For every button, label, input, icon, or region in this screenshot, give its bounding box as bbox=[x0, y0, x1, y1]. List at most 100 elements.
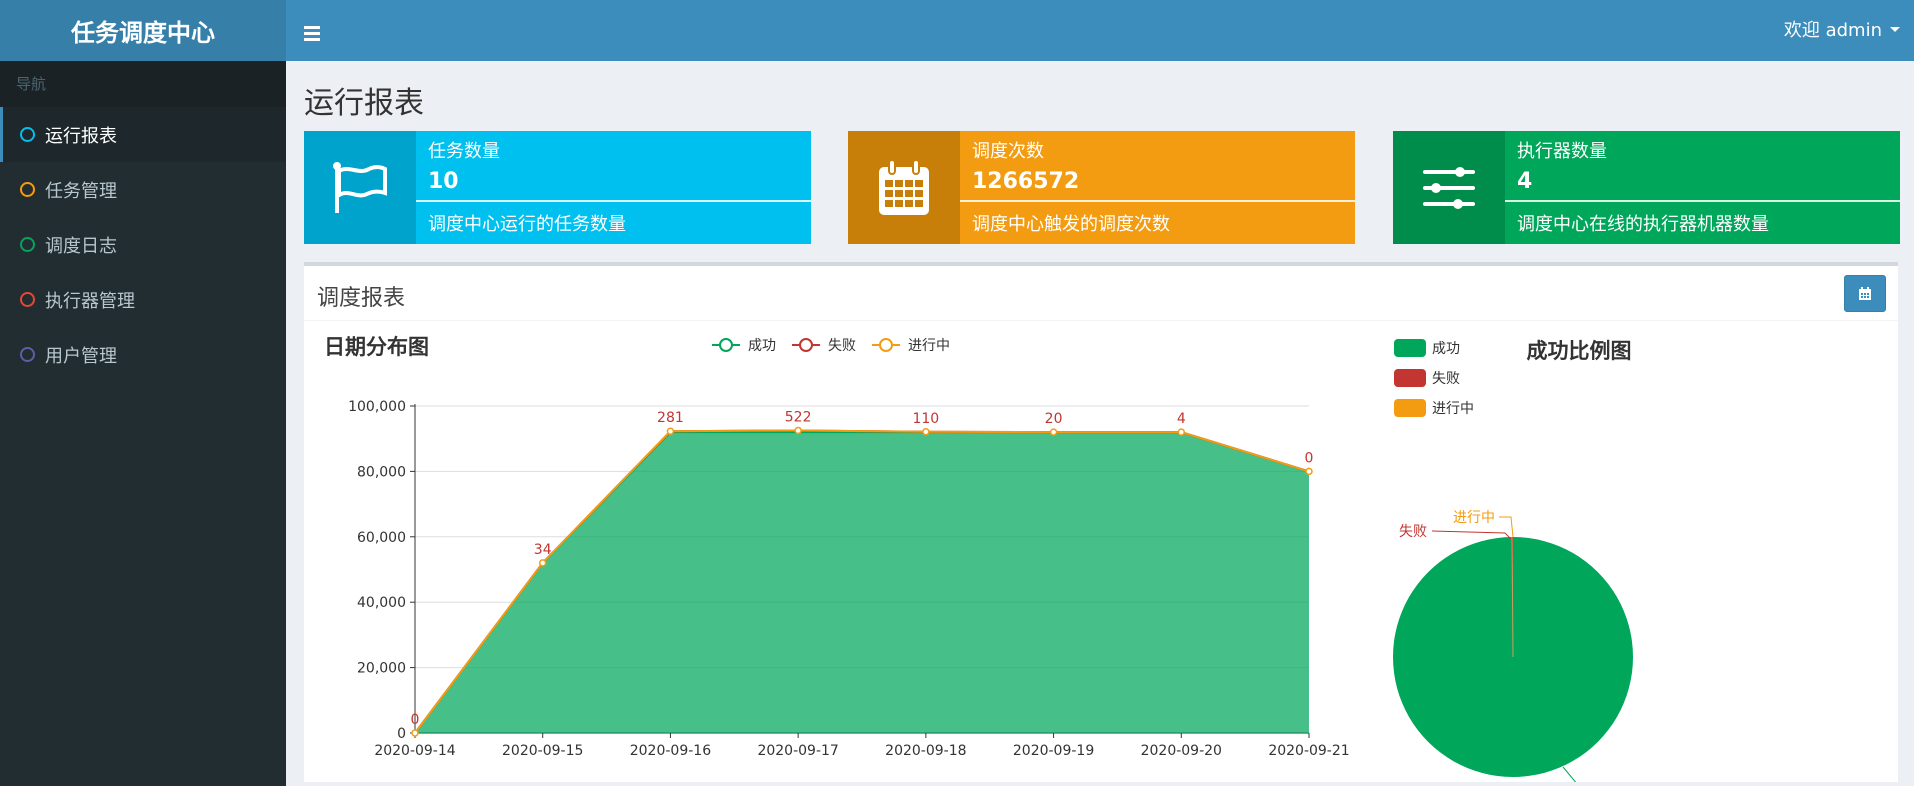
data-label: 4 bbox=[1177, 411, 1186, 427]
calendar-icon bbox=[879, 158, 929, 215]
y-tick-label: 80,000 bbox=[357, 464, 406, 480]
info-icon-box bbox=[848, 131, 960, 244]
top-navbar: 欢迎 admin bbox=[286, 0, 1914, 61]
circle-icon bbox=[20, 127, 35, 142]
flag-icon bbox=[333, 161, 387, 213]
info-content: 任务数量 10 调度中心运行的任务数量 bbox=[416, 131, 811, 244]
sidebar-toggle-button[interactable] bbox=[304, 17, 334, 45]
circle-icon bbox=[20, 182, 35, 197]
charts-area: 日期分布图 成功 失败 进行中020,00040,00060,00080,000100… bbox=[324, 335, 1634, 786]
data-point bbox=[794, 426, 802, 435]
data-label: 20 bbox=[1045, 411, 1063, 427]
x-tick-label: 2020-09-17 bbox=[757, 743, 838, 759]
series-area-0 bbox=[415, 432, 1309, 733]
y-tick-label: 40,000 bbox=[357, 595, 406, 611]
legend-label: 失败 bbox=[828, 338, 856, 354]
info-description: 调度中心在线的执行器机器数量 bbox=[1517, 214, 1769, 235]
info-icon-box bbox=[1393, 131, 1505, 244]
info-description: 调度中心触发的调度次数 bbox=[972, 214, 1170, 235]
sidebar-item-jobs[interactable]: 任务管理 bbox=[0, 162, 286, 217]
info-label: 执行器数量 bbox=[1517, 141, 1607, 162]
calendar-icon bbox=[1859, 286, 1871, 300]
info-box-executor-count: 执行器数量 4 调度中心在线的执行器机器数量 bbox=[1393, 131, 1900, 244]
sidebar: 导航 运行报表 任务管理 调度日志 执行器管理 用户管理 bbox=[0, 61, 286, 786]
y-tick-label: 20,000 bbox=[357, 661, 406, 677]
info-content: 执行器数量 4 调度中心在线的执行器机器数量 bbox=[1505, 131, 1900, 244]
sidebar-item-users[interactable]: 用户管理 bbox=[0, 327, 286, 382]
hamburger-icon bbox=[304, 23, 320, 44]
box-header: 调度报表 bbox=[304, 266, 1898, 321]
x-tick-label: 2020-09-15 bbox=[502, 743, 583, 759]
y-tick-label: 60,000 bbox=[357, 530, 406, 546]
progress-bar bbox=[1505, 200, 1900, 202]
sliders-icon bbox=[1423, 166, 1475, 209]
circle-icon bbox=[20, 237, 35, 252]
info-number: 4 bbox=[1517, 169, 1533, 194]
legend-label: 成功 bbox=[748, 338, 776, 354]
info-icon-box bbox=[304, 131, 416, 244]
pie-label: 失败 bbox=[1399, 524, 1427, 540]
y-tick-label: 0 bbox=[397, 726, 406, 742]
info-label: 任务数量 bbox=[428, 141, 500, 162]
box-title: 调度报表 bbox=[317, 286, 406, 311]
x-tick-label: 2020-09-21 bbox=[1268, 743, 1349, 759]
pie-legend-label: 成功 bbox=[1432, 341, 1460, 357]
info-label: 调度次数 bbox=[972, 141, 1044, 162]
circle-icon bbox=[20, 292, 35, 307]
date-range-button[interactable] bbox=[1844, 275, 1886, 312]
pie-legend-label: 进行中 bbox=[1432, 401, 1474, 417]
x-tick-label: 2020-09-19 bbox=[1013, 743, 1094, 759]
sidebar-item-label: 任务管理 bbox=[45, 180, 117, 202]
data-label: 522 bbox=[785, 409, 812, 425]
info-number: 10 bbox=[428, 169, 459, 194]
data-point bbox=[1049, 428, 1058, 436]
pie-legend-label: 失败 bbox=[1432, 371, 1460, 387]
pie-legend-swatch bbox=[1394, 399, 1426, 417]
x-tick-label: 2020-09-18 bbox=[885, 743, 966, 759]
caret-down-icon bbox=[1890, 26, 1900, 32]
legend-marker bbox=[719, 338, 733, 352]
data-label: 0 bbox=[411, 712, 420, 728]
line-chart-title: 日期分布图 bbox=[324, 335, 429, 359]
x-tick-label: 2020-09-20 bbox=[1141, 743, 1222, 759]
pie-legend-swatch bbox=[1394, 369, 1426, 387]
x-tick-label: 2020-09-16 bbox=[630, 743, 711, 759]
data-label: 0 bbox=[1305, 450, 1314, 466]
user-menu[interactable]: 欢迎 admin bbox=[1784, 16, 1900, 42]
data-label: 110 bbox=[912, 411, 939, 427]
y-tick-label: 100,000 bbox=[348, 399, 406, 415]
legend-marker bbox=[879, 338, 893, 352]
data-point bbox=[922, 428, 930, 436]
info-box-job-count: 任务数量 10 调度中心运行的任务数量 bbox=[304, 131, 811, 244]
sidebar-item-executors[interactable]: 执行器管理 bbox=[0, 272, 286, 327]
legend-label: 进行中 bbox=[908, 338, 950, 354]
sidebar-item-label: 调度日志 bbox=[45, 235, 117, 257]
x-tick-label: 2020-09-14 bbox=[374, 743, 455, 759]
data-label: 34 bbox=[534, 542, 552, 558]
pie-leader-line bbox=[1562, 766, 1580, 786]
pie-leader-line bbox=[1431, 530, 1512, 540]
legend-marker bbox=[799, 338, 813, 352]
data-point bbox=[666, 427, 675, 435]
info-box-trigger-count: 调度次数 1266572 调度中心触发的调度次数 bbox=[848, 131, 1355, 244]
pie-label: 进行中 bbox=[1453, 510, 1495, 526]
data-point bbox=[1177, 428, 1186, 436]
info-description: 调度中心运行的任务数量 bbox=[428, 214, 626, 235]
data-point bbox=[538, 559, 547, 567]
info-number: 1266572 bbox=[972, 169, 1080, 194]
pie-chart-title: 成功比例图 bbox=[1527, 339, 1632, 363]
sidebar-item-logs[interactable]: 调度日志 bbox=[0, 217, 286, 272]
progress-bar bbox=[416, 200, 811, 202]
circle-icon bbox=[20, 347, 35, 362]
sidebar-item-label: 运行报表 bbox=[45, 125, 117, 147]
report-box: 调度报表 日期分布图 成功 失败 进行中 0 20,000 40,000 60,000 80,0… bbox=[304, 262, 1898, 786]
nav-header: 导航 bbox=[0, 61, 286, 107]
user-menu-label: 欢迎 admin bbox=[1783, 20, 1882, 41]
data-point bbox=[1305, 467, 1313, 476]
sidebar-item-report[interactable]: 运行报表 bbox=[0, 107, 286, 162]
app-logo[interactable]: 任务调度中心 bbox=[0, 0, 286, 61]
sidebar-item-label: 用户管理 bbox=[45, 345, 117, 367]
progress-bar bbox=[960, 200, 1355, 202]
data-point bbox=[411, 729, 419, 737]
data-label: 281 bbox=[657, 410, 684, 426]
